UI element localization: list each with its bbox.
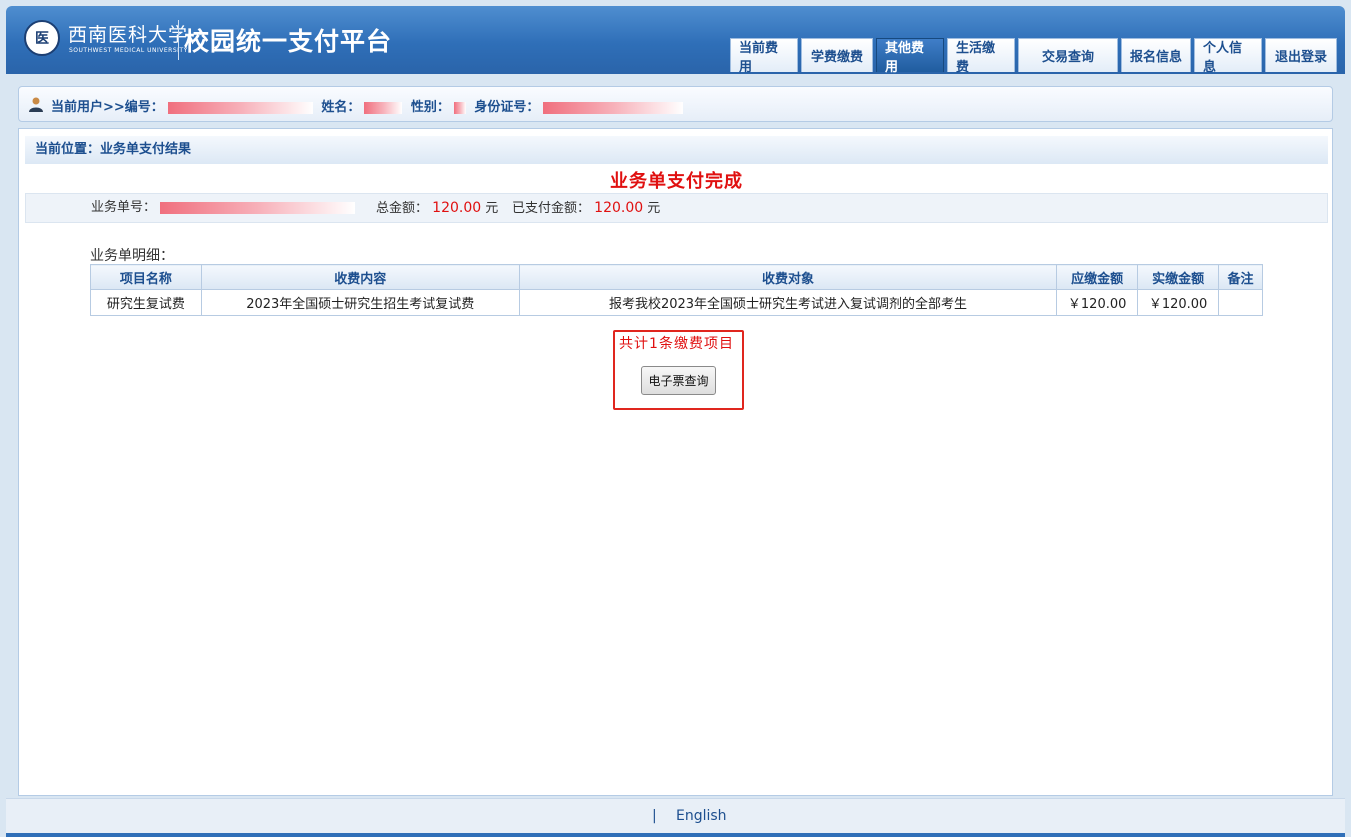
column-fee-content: 收费内容 bbox=[200, 264, 520, 290]
gender-label: 性别： bbox=[410, 100, 450, 115]
cell-remarks bbox=[1218, 289, 1263, 316]
tab-personal-info[interactable]: 个人信息 bbox=[1194, 38, 1262, 75]
column-remarks: 备注 bbox=[1218, 264, 1263, 290]
paid-amount-value: 120.00 bbox=[594, 200, 644, 216]
user-info-bar: 当前用户>>编号： 姓名： 性别： 身份证号： bbox=[18, 86, 1333, 122]
tab-logout[interactable]: 退出登录 bbox=[1265, 38, 1337, 72]
bottom-border bbox=[6, 833, 1345, 837]
logo-divider bbox=[178, 20, 179, 60]
header: 医 西南医科大学 SOUTHWEST MEDICAL UNIVERSITY 校园… bbox=[6, 6, 1345, 75]
university-name-cn: 西南医科大学 bbox=[68, 24, 189, 46]
user-icon bbox=[29, 97, 43, 112]
tab-current-fees[interactable]: 当前费用 bbox=[730, 38, 798, 75]
university-seal-logo: 医 bbox=[24, 20, 60, 56]
order-number: 业务单号： bbox=[91, 194, 359, 222]
order-detail-label: 业务单明细： bbox=[90, 248, 174, 264]
cell-amount-paid: ￥120.00 bbox=[1137, 289, 1220, 316]
paid-amount-unit: 元 bbox=[647, 201, 661, 216]
redacted-name bbox=[364, 101, 403, 114]
redacted-order-number bbox=[160, 201, 356, 214]
total-amount-label: 总金额： bbox=[376, 201, 429, 216]
einvoice-query-button[interactable]: 电子票查询 bbox=[641, 366, 716, 395]
cell-fee-target: 报考我校2023年全国硕士研究生考试进入复试调剂的全部考生 bbox=[518, 289, 1058, 316]
table-header-row: 项目名称 收费内容 收费对象 应缴金额 实缴金额 备注 bbox=[90, 264, 1263, 290]
total-amount-unit: 元 bbox=[485, 201, 499, 216]
column-amount-due: 应缴金额 bbox=[1056, 264, 1139, 290]
redacted-gender bbox=[453, 101, 466, 114]
order-detail-table: 项目名称 收费内容 收费对象 应缴金额 实缴金额 备注 研究生复试费 2023年… bbox=[90, 264, 1263, 316]
paid-amount-label: 已支付金额： bbox=[512, 201, 591, 216]
main-panel: 当前位置：业务单支付结果 业务单支付完成 业务单号： 总金额： 120.00 元… bbox=[18, 128, 1333, 796]
column-item-name: 项目名称 bbox=[90, 264, 202, 290]
tab-tuition[interactable]: 学费缴费 bbox=[801, 38, 873, 72]
redacted-user-id bbox=[167, 101, 313, 114]
cell-amount-due: ￥120.00 bbox=[1056, 289, 1139, 316]
user-info-prefix: 当前用户>>编号： bbox=[51, 100, 164, 115]
total-amount-value: 120.00 bbox=[432, 200, 482, 216]
column-fee-target: 收费对象 bbox=[518, 264, 1058, 290]
tab-registration-info[interactable]: 报名信息 bbox=[1121, 38, 1191, 72]
app-title: 校园统一支付平台 bbox=[184, 27, 393, 56]
order-number-label: 业务单号： bbox=[91, 200, 157, 215]
tab-living-fees[interactable]: 生活缴费 bbox=[947, 38, 1015, 75]
tab-transaction-query[interactable]: 交易查询 bbox=[1018, 38, 1118, 72]
redacted-id-number bbox=[543, 101, 684, 114]
column-amount-paid: 实缴金额 bbox=[1137, 264, 1220, 290]
total-amount: 总金额： 120.00 元 bbox=[376, 194, 498, 223]
name-label: 姓名： bbox=[321, 100, 361, 115]
breadcrumb: 当前位置：业务单支付结果 bbox=[25, 136, 1328, 164]
footer-separator: | bbox=[652, 808, 657, 824]
order-summary: 业务单号： 总金额： 120.00 元 已支付金额： 120.00 元 bbox=[25, 193, 1328, 223]
main-nav: 当前费用 学费缴费 其他费用 生活缴费 交易查询 报名信息 个人信息 退出登录 bbox=[730, 38, 1337, 75]
english-link[interactable]: English bbox=[676, 808, 727, 824]
footer: | English bbox=[6, 798, 1345, 834]
paid-amount: 已支付金额： 120.00 元 bbox=[512, 194, 660, 223]
table-row: 研究生复试费 2023年全国硕士研究生招生考试复试费 报考我校2023年全国硕士… bbox=[90, 289, 1263, 316]
id-number-label: 身份证号： bbox=[474, 100, 540, 115]
university-name-en: SOUTHWEST MEDICAL UNIVERSITY bbox=[69, 47, 188, 54]
cell-item-name: 研究生复试费 bbox=[90, 289, 202, 316]
payment-result-title: 业务单支付完成 bbox=[610, 171, 743, 192]
tab-other-fees[interactable]: 其他费用 bbox=[876, 38, 944, 75]
cell-fee-content: 2023年全国硕士研究生招生考试复试费 bbox=[200, 289, 520, 316]
user-info-text: 当前用户>>编号： 姓名： 性别： 身份证号： bbox=[51, 96, 687, 115]
